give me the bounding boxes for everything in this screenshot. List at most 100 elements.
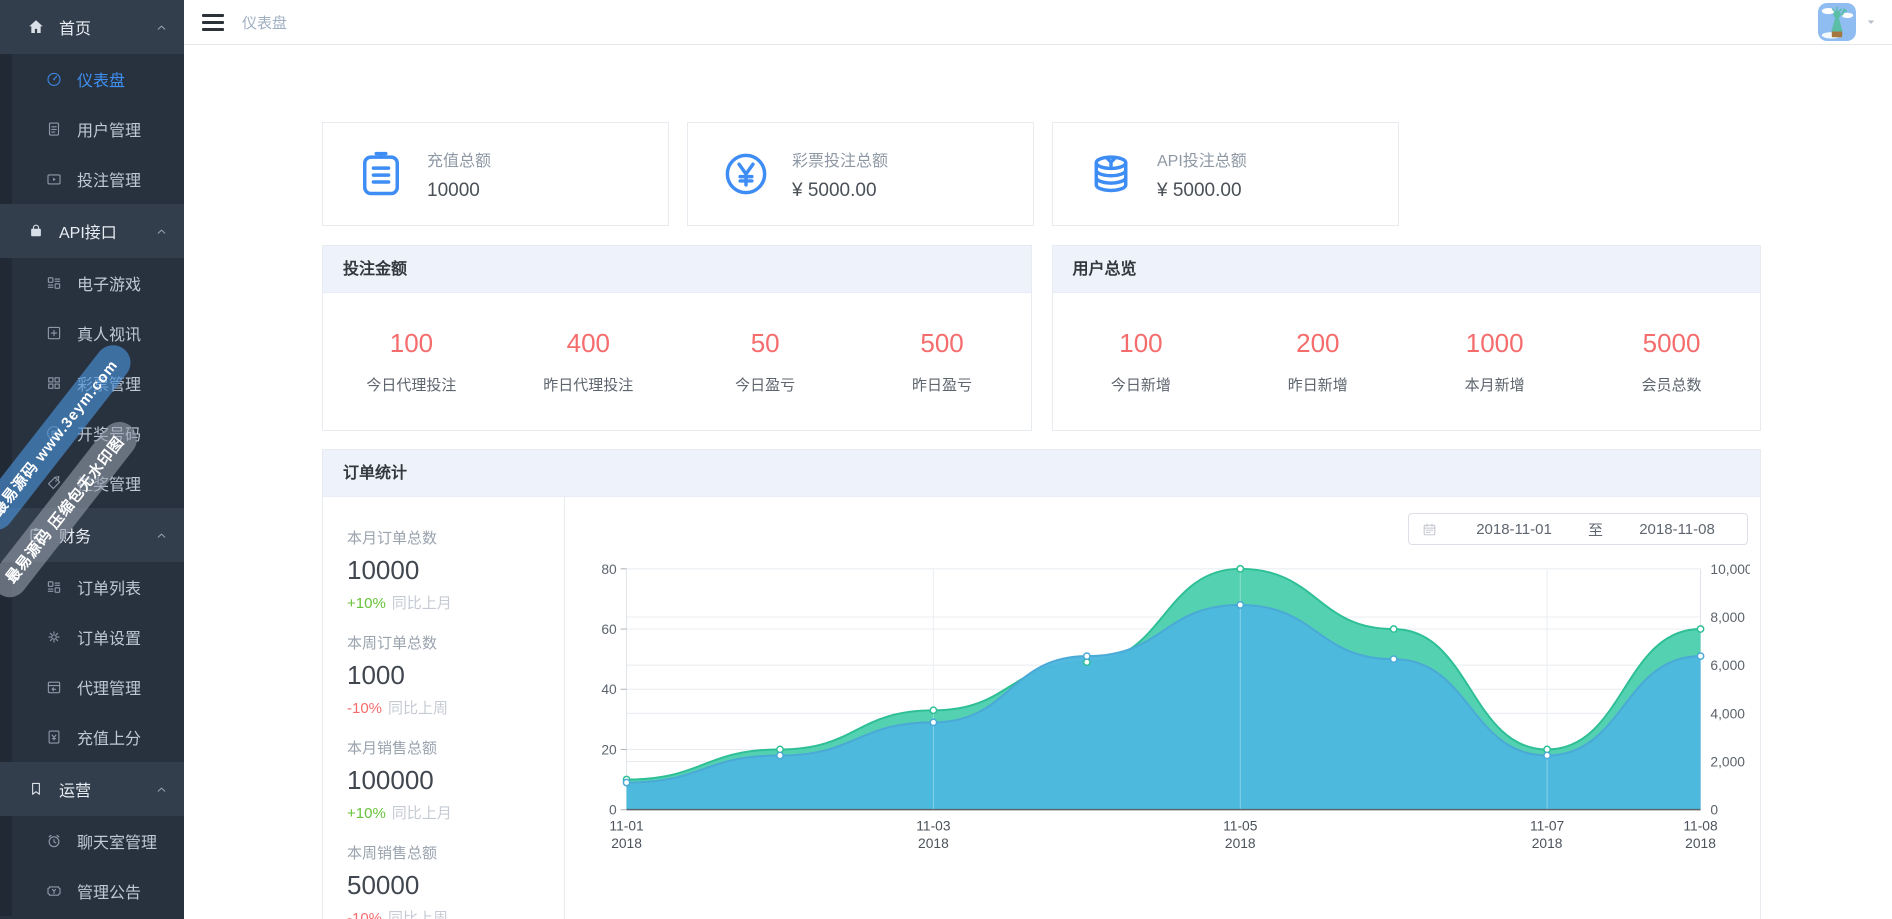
sidebar-item-label: 仪表盘 [77,67,125,91]
stat-label: 今日代理投注 [323,374,500,395]
stat-value: 400 [500,328,677,359]
breadcrumb: 仪表盘 [242,12,287,33]
ticket-icon [44,882,64,900]
panel-title: 订单统计 [323,450,1760,497]
order-summary-month-sales: 本月销售总额100000+10%同比上月 [347,737,540,823]
date-range-picker[interactable]: 2018-11-01 至 2018-11-08 [1408,513,1748,545]
gear-icon [44,628,64,646]
stat-value: 500 [854,328,1031,359]
coins-icon [1085,148,1137,200]
stat-label: 会员总数 [1583,374,1760,395]
sidebar-item-recharge-points[interactable]: 充值上分 [0,712,184,762]
order-body: 本月订单总数10000+10%同比上月本周订单总数1000-10%同比上周本月销… [323,497,1760,919]
sidebar-item-user-management[interactable]: 用户管理 [0,104,184,154]
money-doc-icon [44,728,64,746]
sidebar-item-agent-management[interactable]: 代理管理 [0,662,184,712]
card-value: ¥ 5000.00 [1157,180,1247,202]
bookmark-icon [26,780,46,798]
stat-card-api-bet-total: API投注总额 ¥ 5000.00 [1052,122,1399,226]
panels-row: 投注金额 100今日代理投注400昨日代理投注50今日盈亏500昨日盈亏 用户总… [322,245,1761,431]
svg-text:0: 0 [1710,802,1718,818]
card-label: 彩票投注总额 [792,147,888,171]
stat-value: 50 [677,328,854,359]
sidebar-item-order-settings[interactable]: 订单设置 [0,612,184,662]
stat-yesterday-pnl: 500昨日盈亏 [854,328,1031,395]
order-area-chart[interactable]: 02040608002,0004,0006,0008,00010,00011-0… [585,555,1748,866]
date-end-input[interactable]: 2018-11-08 [1607,521,1747,538]
calendar-icon [1421,521,1438,538]
sidebar-item-operations-section[interactable]: 运营 [0,762,184,816]
stat-value: 100 [323,328,500,359]
stat-value: 100 [1053,328,1230,359]
sidebar-item-chatroom-management[interactable]: 聊天室管理 [0,816,184,866]
sidebar-item-dashboard[interactable]: 仪表盘 [0,54,184,104]
bet-stats: 100今日代理投注400昨日代理投注50今日盈亏500昨日盈亏 [323,293,1031,430]
card-value: 10000 [427,180,491,202]
sidebar-item-label: 首页 [59,15,91,39]
sidebar-item-announcement-management[interactable]: 管理公告 [0,866,184,916]
stat-card-recharge-total: 充值总额10000 [322,122,669,226]
user-overview-panel: 用户总览 100今日新增200昨日新增1000本月新增5000会员总数 [1052,245,1762,431]
sidebar-item-label: 订单设置 [77,625,141,649]
tv-play-icon [44,170,64,188]
svg-text:11-08: 11-08 [1683,817,1718,833]
sidebar-item-home[interactable]: 首页 [0,0,184,54]
box-icon [44,678,64,696]
summary-value: 10000 [347,555,540,586]
dashboard-icon [44,70,64,88]
summary-value: 1000 [347,660,540,691]
summary-value: 100000 [347,765,540,796]
sidebar-item-live-video[interactable]: 真人视讯 [0,308,184,358]
summary-delta: -10%同比上周 [347,907,540,919]
chevron-up-icon [155,783,168,796]
topbar: 仪表盘 [184,0,1892,45]
svg-text:11-03: 11-03 [916,817,951,833]
sidebar-item-label: 聊天室管理 [77,829,157,853]
bag-icon [26,222,46,240]
stat-month-new: 1000本月新增 [1406,328,1583,395]
svg-text:60: 60 [601,621,617,637]
svg-text:11-01: 11-01 [609,817,643,833]
sidebar-item-label: 用户管理 [77,117,141,141]
order-chart-column: 2018-11-01 至 2018-11-08 02040608002,0004… [565,497,1760,919]
grid-list-icon [44,578,64,596]
stat-value: 200 [1229,328,1406,359]
panel-title: 用户总览 [1053,246,1761,293]
svg-text:4,000: 4,000 [1710,705,1745,721]
user-stats: 100今日新增200昨日新增1000本月新增5000会员总数 [1053,293,1761,430]
document-icon [44,120,64,138]
sidebar-item-bet-management[interactable]: 投注管理 [0,154,184,204]
clipboard-lines-icon [355,148,407,200]
sidebar-item-label: API接口 [59,219,117,243]
stat-today-new: 100 今日新增 [1053,328,1230,395]
svg-text:2,000: 2,000 [1710,753,1745,769]
date-start-input[interactable]: 2018-11-01 [1444,521,1584,538]
sidebar-item-electronic-games[interactable]: 电子游戏 [0,258,184,308]
svg-text:8,000: 8,000 [1710,609,1745,625]
stat-label: 今日新增 [1053,374,1230,395]
card-value: ¥ 5000.00 [792,180,888,202]
home-icon [26,18,46,36]
svg-text:2018: 2018 [1225,835,1256,851]
avatar[interactable] [1818,3,1856,41]
summary-label: 本月订单总数 [347,527,540,548]
card-label: API投注总额 [1157,147,1247,171]
svg-text:20: 20 [601,741,617,757]
stat-today-agent-bet: 100 今日代理投注 [323,328,500,395]
svg-text:10,000: 10,000 [1710,561,1750,577]
svg-text:11-07: 11-07 [1530,817,1564,833]
hamburger-menu-icon[interactable] [184,0,242,45]
sidebar-item-api-section[interactable]: API接口 [0,204,184,258]
date-range-separator: 至 [1584,519,1607,540]
chevron-up-icon [155,529,168,542]
caret-down-icon [1864,15,1878,29]
stat-label: 本月新增 [1406,374,1583,395]
sidebar: 首页仪表盘用户管理投注管理API接口电子游戏真人视讯彩票管理开奖号码控奖管理财务… [0,0,184,919]
alarm-clock-icon [44,832,64,850]
summary-delta: +10%同比上月 [347,592,540,613]
user-menu[interactable] [1818,3,1892,41]
summary-value: 50000 [347,870,540,901]
summary-delta: -10%同比上周 [347,697,540,718]
stat-label: 昨日代理投注 [500,374,677,395]
order-summary-week-orders: 本周订单总数1000-10%同比上周 [347,632,540,718]
